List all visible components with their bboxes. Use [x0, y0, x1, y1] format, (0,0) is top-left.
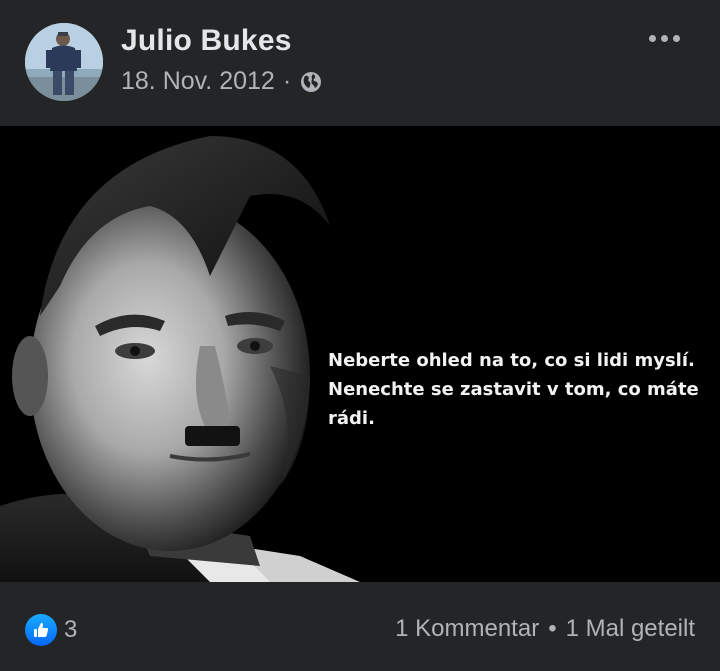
avatar[interactable] — [25, 23, 103, 101]
post-date[interactable]: 18. Nov. 2012 — [121, 67, 275, 96]
post-stats: 1 Kommentar • 1 Mal geteilt — [395, 615, 695, 643]
post-header: Julio Bukes 18. Nov. 2012 · — [0, 0, 720, 126]
reactions-summary[interactable]: 3 — [25, 614, 77, 646]
stats-bullet: • — [548, 615, 557, 642]
like-icon — [25, 614, 57, 646]
comments-count[interactable]: 1 Kommentar — [395, 615, 539, 643]
image-caption: Neberte ohled na to, co si lidi myslí. N… — [328, 350, 699, 429]
post-card: Julio Bukes 18. Nov. 2012 · Neberte ohle… — [0, 0, 720, 671]
more-options-button[interactable] — [644, 24, 684, 52]
post-footer: 3 1 Kommentar • 1 Mal geteilt — [0, 582, 720, 671]
more-options-icon — [648, 34, 656, 42]
author-name[interactable]: Julio Bukes — [121, 24, 292, 58]
post-image[interactable]: Neberte ohled na to, co si lidi myslí. N… — [0, 126, 720, 582]
shares-count[interactable]: 1 Mal geteilt — [566, 615, 695, 643]
post-meta: 18. Nov. 2012 · — [121, 67, 323, 96]
meta-separator: · — [282, 67, 292, 95]
reaction-count: 3 — [64, 616, 78, 643]
globe-icon[interactable] — [299, 70, 323, 94]
